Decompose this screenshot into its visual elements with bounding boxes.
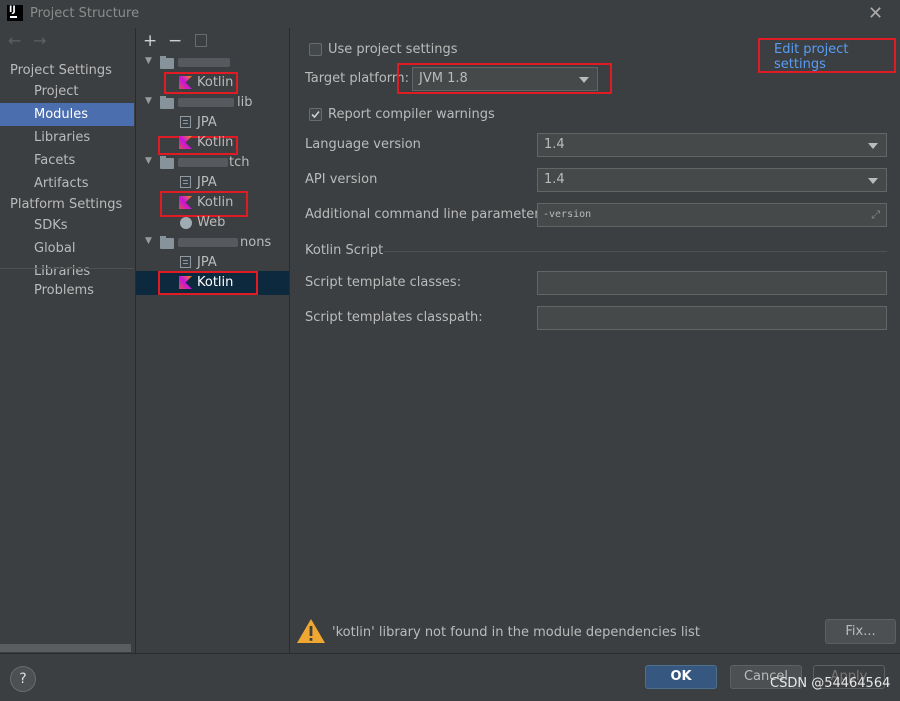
language-version-value: 1.4 — [544, 137, 565, 152]
edit-project-settings-link[interactable]: Edit project settings — [774, 42, 900, 72]
report-warnings-checkbox[interactable] — [309, 108, 322, 121]
redacted-module-name — [178, 158, 228, 167]
redacted-module-name — [178, 58, 230, 67]
help-button[interactable]: ? — [10, 666, 36, 692]
chevron-down-icon — [868, 143, 878, 149]
additional-params-input[interactable]: -version ⤢ — [537, 203, 887, 227]
script-templates-classpath-label: Script templates classpath: — [305, 310, 483, 325]
section-platform-settings: Platform Settings — [10, 197, 123, 212]
module-folder-icon — [160, 156, 174, 169]
module-folder-icon — [160, 96, 174, 109]
chevron-down-icon — [868, 178, 878, 184]
kotlin-icon — [179, 136, 192, 149]
intellij-app-icon: IJ — [7, 5, 23, 21]
warning-icon — [297, 619, 325, 643]
target-platform-value: JVM 1.8 — [419, 71, 468, 86]
fix-button[interactable]: Fix... — [825, 619, 896, 644]
script-templates-classpath-input[interactable] — [537, 306, 887, 330]
tree-node-jpa[interactable]: JPA — [197, 175, 217, 190]
tree-node-kotlin[interactable]: Kotlin — [197, 75, 233, 90]
tree-node-jpa[interactable]: JPA — [197, 255, 217, 270]
redacted-module-name — [178, 238, 238, 247]
window-title: Project Structure — [30, 6, 140, 21]
sidebar-item-modules[interactable]: Modules — [0, 103, 134, 126]
chevron-down-icon — [579, 77, 589, 83]
expand-caret-icon[interactable]: ▼ — [145, 236, 152, 246]
language-version-label: Language version — [305, 137, 421, 152]
copy-icon[interactable] — [195, 34, 207, 47]
additional-params-label: Additional command line parameters: — [305, 207, 551, 222]
script-template-classes-input[interactable] — [537, 271, 887, 295]
forward-arrow-icon[interactable]: → — [33, 31, 46, 50]
api-version-dropdown[interactable]: 1.4 — [537, 168, 887, 192]
close-icon[interactable]: ✕ — [868, 3, 883, 24]
module-folder-icon — [160, 236, 174, 249]
sidebar-item-project[interactable]: Project — [0, 80, 134, 103]
jpa-icon — [180, 256, 191, 268]
use-project-settings-checkbox[interactable] — [309, 43, 322, 56]
expand-icon[interactable]: ⤢ — [871, 204, 880, 226]
expand-caret-icon[interactable]: ▼ — [145, 96, 152, 106]
tree-node-web[interactable]: Web — [197, 215, 225, 230]
sidebar-item-libraries[interactable]: Libraries — [0, 126, 134, 149]
back-arrow-icon[interactable]: ← — [8, 31, 21, 50]
remove-icon[interactable]: − — [168, 31, 182, 51]
tree-node-kotlin-selected[interactable]: Kotlin — [197, 275, 233, 290]
web-icon — [180, 217, 192, 229]
jpa-icon — [180, 176, 191, 188]
language-version-dropdown[interactable]: 1.4 — [537, 133, 887, 157]
add-icon[interactable]: + — [143, 31, 157, 51]
tree-node-jpa[interactable]: JPA — [197, 115, 217, 130]
sidebar-item-sdks[interactable]: SDKs — [0, 214, 134, 237]
sidebar-scrollbar[interactable] — [0, 644, 131, 652]
use-project-settings-label: Use project settings — [328, 42, 458, 57]
tree-node-module-suffix[interactable]: tch — [229, 155, 249, 170]
watermark: CSDN @54464564 — [770, 676, 891, 691]
sidebar-item-global-libraries[interactable]: Global Libraries — [0, 237, 134, 279]
ok-button[interactable]: OK — [645, 665, 717, 689]
tree-node-module-suffix[interactable]: nons — [240, 235, 271, 250]
api-version-label: API version — [305, 172, 378, 187]
kotlin-icon — [179, 76, 192, 89]
module-folder-icon — [160, 56, 174, 69]
target-platform-dropdown[interactable]: JVM 1.8 — [412, 67, 598, 91]
section-project-settings: Project Settings — [10, 63, 112, 78]
section-divider — [384, 251, 887, 252]
sidebar-item-artifacts[interactable]: Artifacts — [0, 172, 134, 195]
tree-node-kotlin[interactable]: Kotlin — [197, 195, 233, 210]
sidebar-item-facets[interactable]: Facets — [0, 149, 134, 172]
redacted-module-name — [178, 98, 234, 107]
target-platform-label: Target platform: — [305, 71, 409, 86]
checkmark-icon — [311, 110, 320, 119]
sidebar-item-problems[interactable]: Problems — [0, 279, 134, 302]
sidebar-divider — [0, 268, 134, 269]
report-warnings-label: Report compiler warnings — [328, 107, 495, 122]
api-version-value: 1.4 — [544, 172, 565, 187]
expand-caret-icon[interactable]: ▼ — [145, 156, 152, 166]
kotlin-icon — [179, 276, 192, 289]
kotlin-icon — [179, 196, 192, 209]
jpa-icon — [180, 116, 191, 128]
tree-node-kotlin[interactable]: Kotlin — [197, 135, 233, 150]
additional-params-value: -version — [543, 209, 592, 220]
script-template-classes-label: Script template classes: — [305, 275, 462, 290]
kotlin-script-header: Kotlin Script — [305, 243, 384, 258]
tree-node-module-suffix[interactable]: lib — [237, 95, 252, 110]
warning-message: 'kotlin' library not found in the module… — [332, 625, 700, 640]
expand-caret-icon[interactable]: ▼ — [145, 56, 152, 66]
